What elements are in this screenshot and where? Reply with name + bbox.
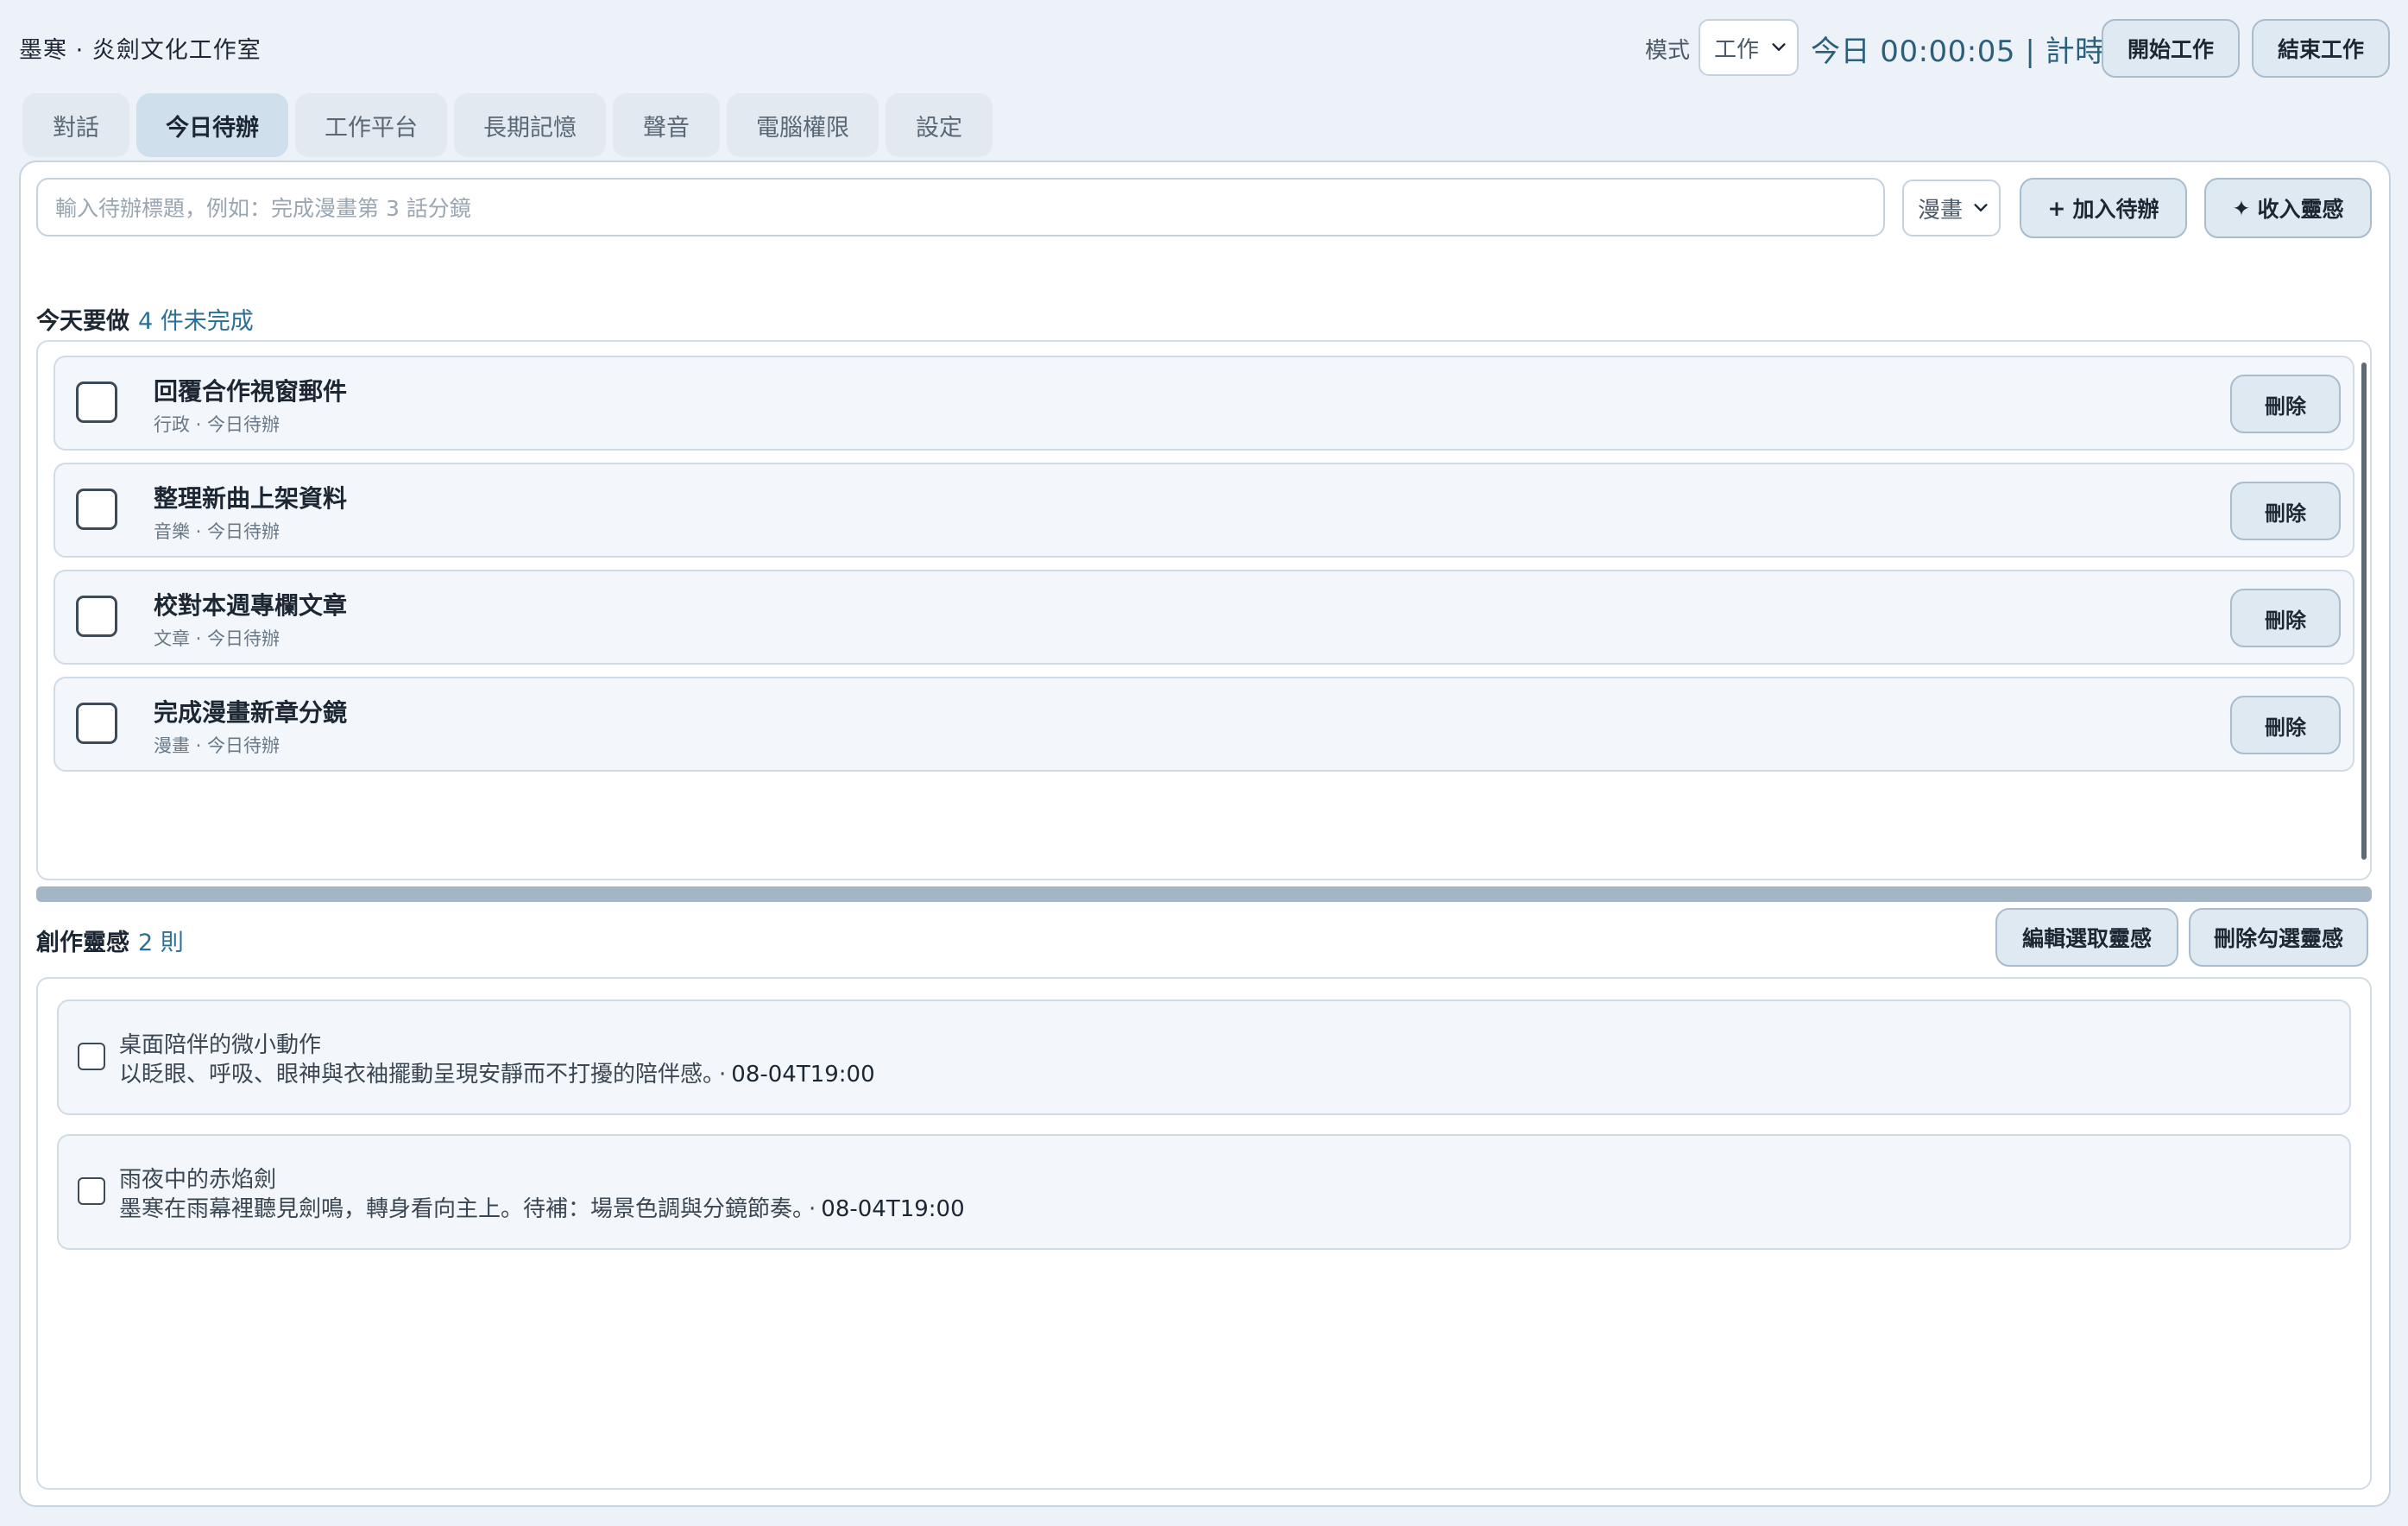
idea-title: 雨夜中的赤焰劍 — [119, 1167, 277, 1193]
idea-checkbox[interactable] — [78, 1043, 105, 1070]
mode-select-value: 工作 — [1714, 36, 1760, 63]
ideas-heading-text: 創作靈感 — [36, 930, 129, 956]
today-heading: 今天要做 4 件未完成 — [36, 302, 254, 336]
work-timer: 今日 00:00:05 | 計時中 — [1811, 35, 2135, 69]
start-work-button[interactable]: 開始工作 — [2102, 19, 2240, 78]
idea-item: 桌面陪伴的微小動作 以眨眼、呼吸、眼神與衣袖擺動呈現安靜而不打擾的陪伴感。 · 08… — [57, 999, 2351, 1115]
tab-long-term-memory[interactable]: 長期記憶 — [454, 93, 606, 157]
todo-list-scrollbar[interactable] — [2361, 363, 2367, 860]
mode-label: 模式 — [1645, 38, 1691, 64]
save-inspiration-label: 收入靈感 — [2257, 197, 2344, 222]
idea-body: 以眨眼、呼吸、眼神與衣袖擺動呈現安靜而不打擾的陪伴感。 — [119, 1062, 715, 1088]
idea-separator: · — [809, 1196, 816, 1222]
idea-body-line: 以眨眼、呼吸、眼神與衣袖擺動呈現安靜而不打擾的陪伴感。 · 08-04T19:00 — [119, 1056, 875, 1088]
tab-computer-permissions[interactable]: 電腦權限 — [727, 93, 879, 157]
todo-input-placeholder: 輸入待辦標題，例如：完成漫畫第 3 話分鏡 — [55, 196, 471, 221]
idea-body: 墨寒在雨幕裡聽見劍鳴，轉身看向主上。待補：場景色調與分鏡節奏。 — [119, 1196, 804, 1222]
todo-title: 完成漫畫新章分鏡 — [154, 698, 348, 727]
chevron-down-icon — [1971, 199, 1990, 218]
category-select[interactable]: 漫畫 — [1902, 180, 2001, 236]
todo-checkbox[interactable] — [76, 382, 117, 423]
idea-timestamp: 08-04T19:00 — [731, 1062, 875, 1088]
delete-todo-button[interactable]: 刪除 — [2230, 482, 2341, 540]
todo-title-input[interactable]: 輸入待辦標題，例如：完成漫畫第 3 話分鏡 — [36, 178, 1885, 236]
todo-title: 整理新曲上架資料 — [154, 484, 348, 513]
add-todo-label: 加入待辦 — [2072, 197, 2159, 222]
idea-body-line: 墨寒在雨幕裡聽見劍鳴，轉身看向主上。待補：場景色調與分鏡節奏。 · 08-04T19… — [119, 1191, 965, 1223]
tab-chat[interactable]: 對話 — [22, 93, 129, 157]
idea-title: 桌面陪伴的微小動作 — [119, 1032, 322, 1058]
app-title: 墨寒 · 炎劍文化工作室 — [19, 37, 262, 64]
horizontal-scrollbar[interactable] — [36, 886, 2372, 902]
sparkle-icon: ✦ — [2232, 195, 2251, 221]
ideas-count: 2 則 — [138, 930, 184, 956]
app-window: 墨寒 · 炎劍文化工作室 模式 工作 今日 00:00:05 | 計時中 開始工… — [0, 0, 2408, 1526]
tab-settings[interactable]: 設定 — [886, 93, 993, 157]
plus-icon: + — [2047, 195, 2066, 221]
idea-timestamp: 08-04T19:00 — [821, 1196, 965, 1222]
ideas-list: 桌面陪伴的微小動作 以眨眼、呼吸、眼神與衣袖擺動呈現安靜而不打擾的陪伴感。 · 08… — [36, 977, 2372, 1490]
todo-title: 回覆合作視窗郵件 — [154, 377, 348, 406]
tab-voice[interactable]: 聲音 — [613, 93, 720, 157]
mode-select[interactable]: 工作 — [1699, 19, 1799, 76]
delete-checked-ideas-button[interactable]: 刪除勾選靈感 — [2189, 908, 2368, 967]
today-count: 4 件未完成 — [138, 308, 254, 335]
edit-selected-idea-button[interactable]: 編輯選取靈感 — [1995, 908, 2178, 967]
todo-meta: 音樂 · 今日待辦 — [154, 521, 281, 542]
add-todo-button[interactable]: + 加入待辦 — [2020, 178, 2187, 238]
today-heading-text: 今天要做 — [36, 308, 129, 335]
end-work-button[interactable]: 結束工作 — [2252, 19, 2390, 78]
delete-todo-button[interactable]: 刪除 — [2230, 375, 2341, 433]
chevron-down-icon — [1769, 38, 1788, 57]
todo-item: 整理新曲上架資料 音樂 · 今日待辦 刪除 — [54, 463, 2354, 558]
tab-work-platform[interactable]: 工作平台 — [295, 93, 447, 157]
delete-todo-button[interactable]: 刪除 — [2230, 589, 2341, 647]
todo-meta: 文章 · 今日待辦 — [154, 628, 281, 649]
todo-checkbox[interactable] — [76, 596, 117, 637]
todo-item: 完成漫畫新章分鏡 漫畫 · 今日待辦 刪除 — [54, 677, 2354, 772]
idea-separator: · — [719, 1062, 727, 1088]
idea-item: 雨夜中的赤焰劍 墨寒在雨幕裡聽見劍鳴，轉身看向主上。待補：場景色調與分鏡節奏。 ·… — [57, 1134, 2351, 1250]
todo-title: 校對本週專欄文章 — [154, 591, 348, 620]
idea-checkbox[interactable] — [78, 1177, 105, 1205]
todo-meta: 漫畫 · 今日待辦 — [154, 735, 281, 756]
todo-meta: 行政 · 今日待辦 — [154, 414, 281, 435]
header-bar: 墨寒 · 炎劍文化工作室 模式 工作 今日 00:00:05 | 計時中 開始工… — [0, 0, 2408, 97]
tab-today-todo[interactable]: 今日待辦 — [136, 93, 288, 157]
save-inspiration-button[interactable]: ✦ 收入靈感 — [2204, 178, 2372, 238]
todo-checkbox[interactable] — [76, 703, 117, 744]
todo-item: 校對本週專欄文章 文章 · 今日待辦 刪除 — [54, 570, 2354, 665]
todo-checkbox[interactable] — [76, 489, 117, 530]
todo-list: 回覆合作視窗郵件 行政 · 今日待辦 刪除 整理新曲上架資料 音樂 · 今日待辦… — [36, 340, 2372, 880]
todo-item: 回覆合作視窗郵件 行政 · 今日待辦 刪除 — [54, 356, 2354, 451]
delete-todo-button[interactable]: 刪除 — [2230, 696, 2341, 754]
ideas-heading: 創作靈感 2 則 — [36, 924, 184, 957]
category-select-value: 漫畫 — [1918, 197, 1964, 224]
